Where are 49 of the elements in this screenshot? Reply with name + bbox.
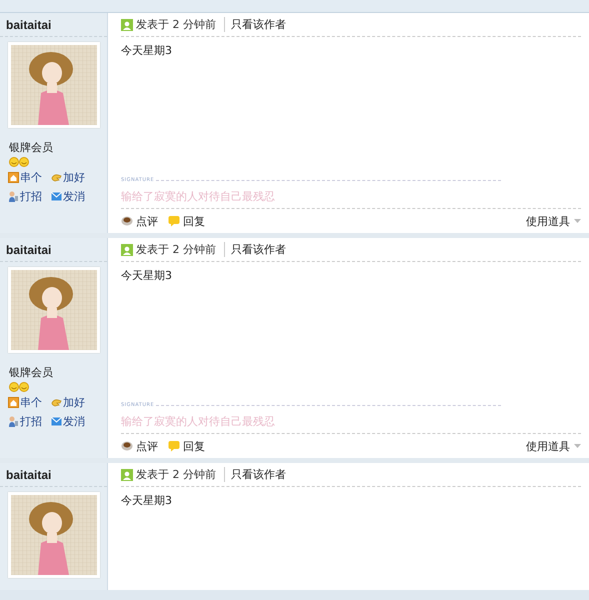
caret-icon xyxy=(574,219,581,223)
author-only-link[interactable]: 只看该作者 xyxy=(224,242,286,257)
user-icon xyxy=(121,468,133,480)
post-body: 今天星期3 xyxy=(121,268,173,284)
signature-text: 输给了寂寞的人对待自己最残忍 xyxy=(121,183,581,209)
member-rank: 银牌会员 xyxy=(9,365,54,380)
user-action-link[interactable]: 串个 xyxy=(20,395,42,410)
author-only-link[interactable]: 只看该作者 xyxy=(224,467,286,482)
home-icon xyxy=(8,397,19,408)
person-icon xyxy=(8,416,19,427)
post-action-link[interactable]: 点评 xyxy=(136,214,158,228)
post-body: 今天星期3 xyxy=(121,493,173,509)
post-body: 今天星期3 xyxy=(121,43,173,59)
user-action-link[interactable]: 打招 xyxy=(20,189,42,204)
author-name-link[interactable]: baitaitai xyxy=(6,18,52,32)
use-tools-link[interactable]: 使用道具 xyxy=(526,214,570,228)
member-rank: 银牌会员 xyxy=(9,140,54,155)
person-icon xyxy=(8,191,19,202)
user-action-link[interactable]: 加好 xyxy=(63,395,85,410)
author-name-link[interactable]: baitaitai xyxy=(6,468,52,482)
speech-bubble-icon xyxy=(168,440,180,452)
hand-icon xyxy=(51,397,62,408)
author-only-link[interactable]: 只看该作者 xyxy=(224,17,286,32)
two-smileys-icon xyxy=(9,382,29,392)
mail-icon xyxy=(51,416,62,427)
hand-icon xyxy=(51,172,62,183)
post-action-link[interactable]: 回复 xyxy=(183,214,205,228)
user-action-link[interactable]: 发消 xyxy=(63,414,85,429)
post-time: 发表于 2 分钟前 xyxy=(136,242,216,257)
post-action-link[interactable]: 点评 xyxy=(136,438,158,454)
mail-icon xyxy=(51,191,62,202)
signature-text: 输给了寂寞的人对待自己最残忍 xyxy=(121,408,581,434)
post-time: 发表于 2 分钟前 xyxy=(136,467,216,482)
user-action-link[interactable]: 加好 xyxy=(63,170,85,185)
author-name-link[interactable]: baitaitai xyxy=(6,242,52,256)
user-icon xyxy=(121,244,133,256)
user-action-link[interactable]: 串个 xyxy=(20,170,42,185)
use-tools-link[interactable]: 使用道具 xyxy=(526,438,570,454)
two-smileys-icon xyxy=(9,157,29,167)
user-icon xyxy=(121,18,133,30)
post-time: 发表于 2 分钟前 xyxy=(136,17,216,32)
coffee-cup-icon xyxy=(121,215,133,227)
user-action-link[interactable]: 发消 xyxy=(63,189,85,204)
post-action-link[interactable]: 回复 xyxy=(183,438,205,454)
home-icon xyxy=(8,172,19,183)
speech-bubble-icon xyxy=(168,215,180,227)
coffee-cup-icon xyxy=(121,440,133,452)
caret-icon xyxy=(574,444,581,448)
user-action-link[interactable]: 打招 xyxy=(20,414,42,429)
